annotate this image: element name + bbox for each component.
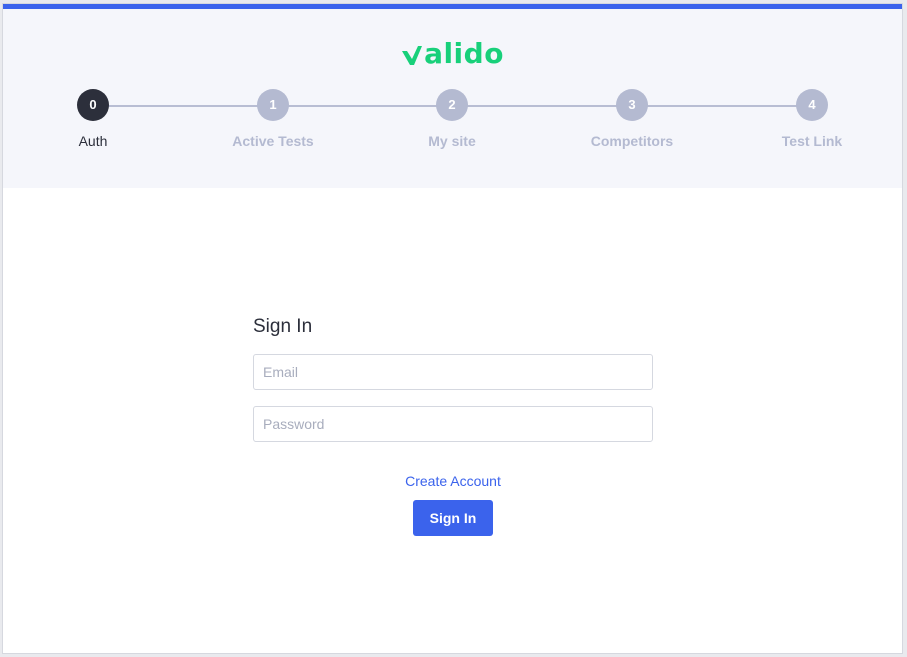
step-label: Auth <box>78 133 108 149</box>
step-number: 0 <box>77 89 109 121</box>
signin-title: Sign In <box>253 316 313 337</box>
app-window: alido 0 Auth 1 Active Tests 2 My site 3 … <box>3 4 902 653</box>
step-number: 2 <box>436 89 468 121</box>
step-active-tests[interactable]: 1 Active Tests <box>203 89 343 149</box>
step-label: Test Link <box>781 133 843 149</box>
signin-form: Sign In Create Account Sign In <box>253 314 653 536</box>
logo: alido <box>3 30 902 70</box>
step-label: Competitors <box>590 133 674 149</box>
step-label: Active Tests <box>232 133 314 149</box>
step-test-link[interactable]: 4 Test Link <box>742 89 882 149</box>
step-my-site[interactable]: 2 My site <box>382 89 522 149</box>
step-number: 3 <box>616 89 648 121</box>
logo-text: alido <box>424 37 504 70</box>
step-number: 1 <box>257 89 289 121</box>
signin-button-wrap: Sign In <box>253 500 653 536</box>
step-label: My site <box>428 133 476 149</box>
step-number: 4 <box>796 89 828 121</box>
signin-button[interactable]: Sign In <box>413 500 493 536</box>
create-account-link[interactable]: Create Account <box>253 470 653 492</box>
email-input[interactable] <box>253 354 653 390</box>
check-v-icon <box>402 46 423 65</box>
header: alido 0 Auth 1 Active Tests 2 My site 3 … <box>3 9 902 188</box>
password-input[interactable] <box>253 406 653 442</box>
step-auth[interactable]: 0 Auth <box>23 89 163 149</box>
step-competitors[interactable]: 3 Competitors <box>562 89 702 149</box>
